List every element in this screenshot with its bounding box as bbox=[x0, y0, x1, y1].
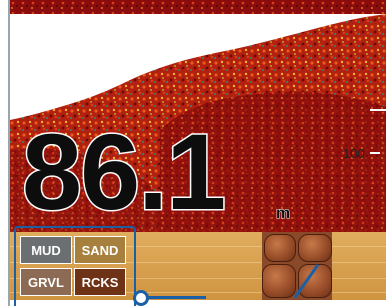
legend-rocks: RCKS bbox=[74, 268, 126, 296]
legend-sand: SAND bbox=[74, 236, 126, 264]
depth-display: 86.1 bbox=[20, 111, 302, 232]
depth-unit: m bbox=[275, 205, 291, 223]
range-scale-tick bbox=[370, 152, 380, 154]
bottom-type-legend: MUD SAND GRVL RCKS bbox=[14, 226, 136, 306]
fish-finder-screen: 100 86.1 m MUD SAND GRVL RCKS bbox=[8, 0, 386, 306]
depth-value: 86.1 bbox=[20, 111, 227, 232]
callout-line bbox=[146, 296, 206, 299]
range-scale-tick bbox=[370, 109, 386, 111]
legend-gravel: GRVL bbox=[20, 268, 72, 296]
range-scale-label: 100 bbox=[343, 146, 365, 161]
legend-mud: MUD bbox=[20, 236, 72, 264]
